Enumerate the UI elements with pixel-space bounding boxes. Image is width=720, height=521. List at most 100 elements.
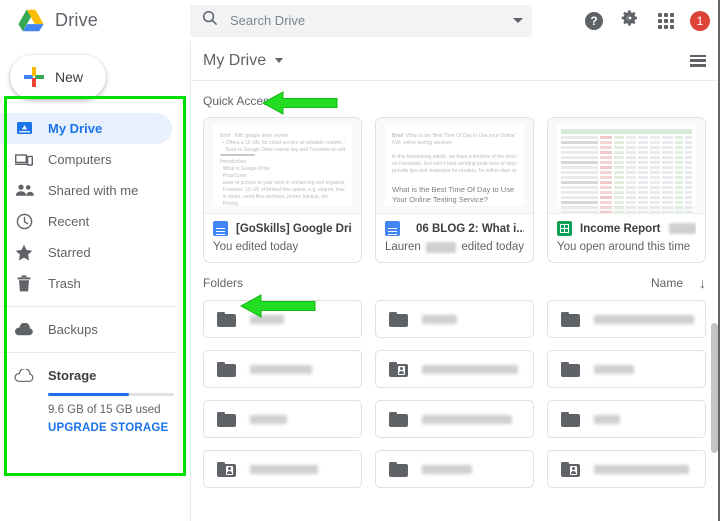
search-bar[interactable]: Search Drive (190, 4, 532, 37)
folder-name (250, 314, 284, 324)
settings-button[interactable] (612, 3, 648, 39)
folder-item[interactable] (547, 300, 706, 338)
folder-item[interactable] (547, 450, 706, 488)
card-title-row: [GoSkills] Google Drive R... (213, 221, 352, 236)
trash-icon (14, 274, 34, 294)
clock-icon (14, 212, 34, 232)
vertical-scrollbar[interactable] (711, 323, 718, 453)
sidebar-item-computers[interactable]: Computers (0, 144, 190, 175)
sidebar-item-label: Trash (48, 276, 81, 291)
sidebar-item-starred[interactable]: Starred (0, 237, 190, 268)
drive-icon (14, 119, 34, 139)
google-drive-window: Drive Search Drive ? 1 New My Drive Comp… (0, 0, 720, 521)
folder-item[interactable] (203, 400, 362, 438)
sidebar-item-shared-with-me[interactable]: Shared with me (0, 175, 190, 206)
body: New My Drive Computers Shared with me Re… (0, 41, 720, 521)
folder-icon (561, 311, 580, 327)
folder-name (250, 364, 312, 374)
sort-label: Name (650, 276, 683, 290)
cloud-filled-icon (14, 320, 34, 340)
sidebar: New My Drive Computers Shared with me Re… (0, 41, 190, 521)
new-button-label: New (55, 69, 84, 85)
card-title-redacted (668, 223, 696, 234)
search-input[interactable]: Search Drive (230, 13, 501, 28)
help-icon: ? (585, 11, 603, 30)
folder-shared-icon (561, 461, 580, 477)
sidebar-item-backups[interactable]: Backups (0, 314, 190, 345)
sidebar-item-label: Computers (48, 152, 112, 167)
folder-item[interactable] (375, 350, 534, 388)
card-subtitle-suffix: edited today (461, 241, 524, 253)
folder-icon (561, 361, 580, 377)
top-bar: Drive Search Drive ? 1 (0, 0, 720, 41)
folder-item[interactable] (547, 350, 706, 388)
main-content: My Drive Quick Access Brief KW: google d… (190, 41, 720, 521)
folder-item[interactable] (203, 300, 362, 338)
folder-name (250, 464, 318, 474)
folder-name (422, 464, 472, 474)
new-button[interactable]: New (10, 55, 106, 99)
sidebar-item-recent[interactable]: Recent (0, 206, 190, 237)
sidebar-nav: My Drive Computers Shared with me Recent… (0, 113, 190, 434)
card-footer: [GoSkills] Google Drive R... You edited … (204, 214, 361, 262)
apps-button[interactable] (648, 3, 684, 39)
brand[interactable]: Drive (0, 9, 190, 32)
spreadsheet-thumbnail (557, 125, 696, 213)
card-title: [GoSkills] Google Drive R... (236, 222, 352, 235)
star-icon (14, 243, 34, 263)
card-subtitle: You edited today (213, 241, 299, 253)
folders-grid (203, 300, 706, 488)
sidebar-item-label: Recent (48, 214, 90, 229)
sidebar-divider (0, 306, 176, 307)
breadcrumb[interactable]: My Drive (203, 52, 266, 70)
sort-control[interactable]: Name ↓ (651, 275, 706, 291)
folder-icon (217, 411, 236, 427)
apps-grid-icon (658, 12, 674, 29)
folder-shared-icon (217, 461, 236, 477)
upgrade-storage-link[interactable]: UPGRADE STORAGE (48, 422, 178, 434)
search-options-icon[interactable] (513, 18, 523, 23)
sidebar-divider-2 (0, 352, 176, 353)
quick-access-card[interactable]: Brief What is the Best Time Of Day to Us… (375, 117, 534, 263)
folder-icon (217, 311, 236, 327)
folder-name (594, 314, 694, 324)
folder-name (594, 464, 689, 474)
account-avatar[interactable]: 1 (690, 10, 710, 31)
folder-item[interactable] (375, 400, 534, 438)
quick-access-heading: Quick Access (203, 94, 276, 108)
folder-item[interactable] (203, 450, 362, 488)
quick-access-card[interactable]: Brief KW: google drive review • Offers a… (203, 117, 362, 263)
card-subtitle: Lauren edited today (385, 241, 524, 253)
breadcrumb-bar: My Drive (191, 41, 720, 81)
folder-item[interactable] (375, 450, 534, 488)
chevron-down-icon[interactable] (275, 58, 284, 63)
folder-name (250, 414, 287, 424)
folder-item[interactable] (375, 300, 534, 338)
sidebar-item-my-drive[interactable]: My Drive (0, 113, 172, 144)
sidebar-item-trash[interactable]: Trash (0, 268, 190, 299)
sidebar-item-label: Storage (48, 368, 97, 383)
folder-item[interactable] (203, 350, 362, 388)
card-footer: 06 BLOG 2: What i... Lauren edited today (376, 214, 533, 262)
storage-usage-text: 9.6 GB of 15 GB used (48, 404, 161, 416)
quick-access-card[interactable]: Income Report You open around this time (547, 117, 706, 263)
folder-icon (389, 461, 408, 477)
arrow-down-icon[interactable]: ↓ (699, 275, 706, 291)
folder-name (422, 414, 512, 424)
list-view-icon[interactable] (690, 54, 706, 67)
google-sheets-icon (557, 221, 572, 236)
sidebar-item-label: Backups (48, 322, 98, 337)
folder-item[interactable] (547, 400, 706, 438)
search-icon (202, 10, 218, 31)
google-drive-logo (18, 9, 44, 32)
people-icon (14, 181, 34, 201)
computer-icon (14, 150, 34, 170)
help-button[interactable]: ? (576, 3, 612, 39)
folder-icon (389, 411, 408, 427)
sidebar-item-storage[interactable]: Storage (0, 360, 190, 391)
card-thumbnail: Brief What is the Best Time Of Day to Us… (376, 118, 533, 214)
search-area: Search Drive (190, 4, 564, 37)
google-docs-icon (385, 221, 400, 236)
folder-icon (561, 411, 580, 427)
card-subtitle: You open around this time (557, 241, 691, 253)
